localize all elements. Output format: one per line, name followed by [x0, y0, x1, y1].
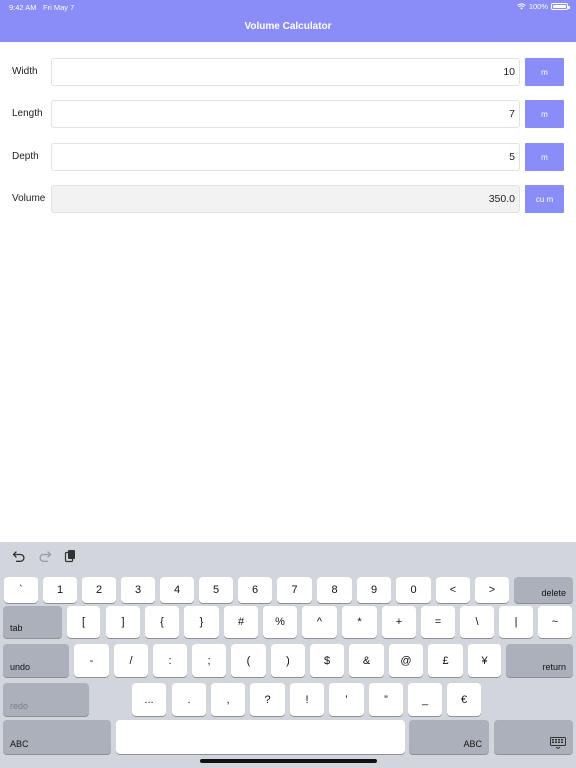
- delete-key[interactable]: delete: [514, 577, 573, 603]
- redo-key[interactable]: redo: [3, 683, 89, 716]
- key-semicolon[interactable]: ;: [192, 644, 226, 677]
- key-pound[interactable]: £: [428, 644, 463, 677]
- space-bar[interactable]: [116, 720, 405, 754]
- key-greater-than[interactable]: >: [475, 577, 509, 603]
- key-slash[interactable]: /: [114, 644, 148, 677]
- key-colon[interactable]: :: [153, 644, 187, 677]
- undo-arrow-icon[interactable]: [12, 549, 26, 563]
- wifi-icon: [517, 3, 526, 10]
- width-row: Width m: [0, 58, 576, 86]
- key-equals[interactable]: =: [421, 606, 455, 638]
- redo-arrow-icon[interactable]: [38, 549, 52, 563]
- key-left-brace[interactable]: {: [145, 606, 179, 638]
- key-8[interactable]: 8: [317, 577, 352, 603]
- paste-icon[interactable]: [63, 549, 77, 563]
- key-period[interactable]: .: [172, 683, 206, 716]
- key-euro[interactable]: €: [447, 683, 481, 716]
- depth-row: Depth m: [0, 143, 576, 171]
- key-quote[interactable]: ”: [369, 683, 403, 716]
- key-right-paren[interactable]: ): [271, 644, 305, 677]
- status-indicators: 100%: [517, 2, 570, 11]
- key-0[interactable]: 0: [396, 577, 431, 603]
- length-unit-button[interactable]: m: [525, 100, 564, 128]
- home-indicator[interactable]: [200, 759, 377, 763]
- key-yen[interactable]: ¥: [468, 644, 501, 677]
- key-apostrophe[interactable]: ’: [329, 683, 364, 716]
- status-time: 9:42 AM: [9, 3, 37, 12]
- key-percent[interactable]: %: [263, 606, 297, 638]
- key-plus[interactable]: +: [382, 606, 416, 638]
- depth-input[interactable]: [51, 143, 520, 171]
- width-label: Width: [12, 66, 38, 77]
- page-title: Volume Calculator: [244, 21, 332, 32]
- key-ellipsis[interactable]: ...: [132, 683, 166, 716]
- key-3[interactable]: 3: [121, 577, 155, 603]
- length-label: Length: [12, 108, 43, 119]
- status-date: Fri May 7: [43, 3, 75, 12]
- key-right-bracket[interactable]: ]: [106, 606, 140, 638]
- key-left-bracket[interactable]: [: [67, 606, 100, 638]
- volume-output: [51, 185, 520, 213]
- key-dollar[interactable]: $: [310, 644, 344, 677]
- key-backtick[interactable]: `: [4, 577, 38, 603]
- nav-header: 9:42 AM Fri May 7 100% Volume Calculator: [0, 0, 576, 42]
- keyboard: ` 1 2 3 4 5 6 7 8 9 0 < > delete tab [ ]…: [0, 542, 576, 768]
- key-hash[interactable]: #: [224, 606, 258, 638]
- length-row: Length m: [0, 100, 576, 128]
- tab-key[interactable]: tab: [3, 606, 62, 638]
- key-1[interactable]: 1: [43, 577, 77, 603]
- width-unit-button[interactable]: m: [525, 58, 564, 86]
- key-exclamation[interactable]: !: [290, 683, 324, 716]
- battery-icon: [551, 3, 570, 10]
- key-ampersand[interactable]: &: [349, 644, 384, 677]
- key-less-than[interactable]: <: [436, 577, 470, 603]
- key-5[interactable]: 5: [199, 577, 233, 603]
- width-input[interactable]: [51, 58, 520, 86]
- volume-unit-button[interactable]: cu m: [525, 185, 564, 213]
- key-left-paren[interactable]: (: [231, 644, 266, 677]
- battery-percentage: 100%: [528, 2, 548, 11]
- key-7[interactable]: 7: [277, 577, 312, 603]
- depth-label: Depth: [12, 151, 39, 162]
- abc-key-right[interactable]: ABC: [409, 720, 489, 754]
- key-question[interactable]: ?: [250, 683, 285, 716]
- hide-keyboard-key[interactable]: [494, 720, 573, 754]
- volume-label: Volume: [12, 193, 46, 204]
- key-tilde[interactable]: ~: [538, 606, 572, 638]
- key-minus[interactable]: -: [74, 644, 109, 677]
- undo-key[interactable]: undo: [3, 644, 69, 677]
- key-2[interactable]: 2: [82, 577, 116, 603]
- key-4[interactable]: 4: [160, 577, 194, 603]
- depth-unit-button[interactable]: m: [525, 143, 564, 171]
- key-9[interactable]: 9: [357, 577, 391, 603]
- keyboard-icon: [550, 737, 566, 749]
- volume-row: Volume cu m: [0, 185, 576, 213]
- key-asterisk[interactable]: *: [342, 606, 377, 638]
- key-right-brace[interactable]: }: [184, 606, 219, 638]
- key-at[interactable]: @: [389, 644, 423, 677]
- key-pipe[interactable]: |: [499, 606, 533, 638]
- length-input[interactable]: [51, 100, 520, 128]
- key-comma[interactable]: ,: [211, 683, 245, 716]
- key-backslash[interactable]: \: [460, 606, 494, 638]
- key-caret[interactable]: ^: [302, 606, 337, 638]
- return-key[interactable]: return: [506, 644, 573, 677]
- key-6[interactable]: 6: [238, 577, 272, 603]
- key-underscore[interactable]: _: [408, 683, 442, 716]
- abc-key-left[interactable]: ABC: [3, 720, 111, 754]
